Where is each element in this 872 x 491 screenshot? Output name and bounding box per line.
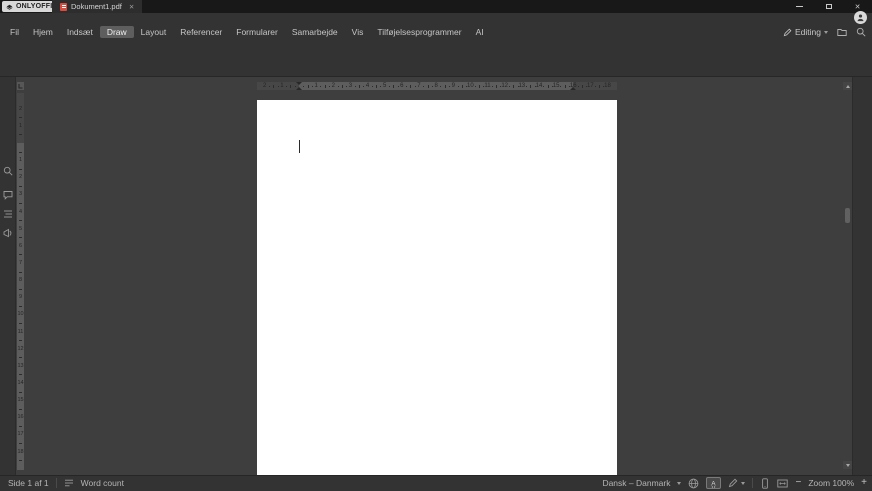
navigation-panel-icon[interactable] [3,209,13,219]
tab-stop-selector[interactable] [17,82,24,90]
language-selector[interactable]: Dansk – Danmark [602,478,670,488]
zoom-in-button[interactable]: + [861,478,867,488]
zoom-level[interactable]: Zoom 100% [808,478,854,488]
text-caret [299,140,300,153]
spell-check-toggle[interactable]: A [706,477,721,489]
minimize-icon [796,6,803,7]
vertical-scrollbar-thumb[interactable] [845,208,850,223]
pdf-file-icon [60,3,67,11]
comments-panel-icon[interactable] [3,190,13,200]
tab-formularer[interactable]: Formularer [229,26,285,38]
tab-stop-icon [17,82,24,90]
titlebar: ONLYOFFICE Dokument1.pdf ✕ ✕ [0,0,872,13]
fit-width-icon[interactable] [777,478,788,489]
fit-page-icon[interactable] [760,478,770,489]
tab-layout[interactable]: Layout [134,26,174,38]
document-page[interactable] [257,100,617,475]
tab-hjem[interactable]: Hjem [26,26,60,38]
window-minimize-button[interactable] [785,0,814,13]
editing-mode-selector[interactable]: Editing [783,27,828,37]
tab-vis[interactable]: Vis [345,26,371,38]
draw-toolbar: Vælg [0,38,872,77]
tab-ai[interactable]: AI [469,26,491,38]
search-panel-icon[interactable] [3,166,13,176]
scroll-down-button[interactable] [843,461,852,469]
chevron-down-icon [677,482,681,485]
status-bar-right: Dansk – Danmark A − Zo [602,475,867,491]
left-indent-marker[interactable] [296,87,302,90]
page-indicator[interactable]: Side 1 af 1 [8,478,49,488]
arrow-down-icon [846,464,850,467]
tab-indsaet[interactable]: Indsæt [60,26,100,38]
zoom-out-button[interactable]: − [795,478,801,488]
word-count-button[interactable]: Word count [81,478,124,488]
first-line-indent-marker[interactable] [296,82,302,85]
onlyoffice-logo-icon [6,3,13,10]
status-divider [56,478,57,488]
vertical-ruler[interactable]: 21123456789101112131415161718 [17,93,24,470]
quick-access-toolbar: ••• Dokument1.pdf [0,13,872,26]
status-divider [752,478,753,488]
document-tab[interactable]: Dokument1.pdf ✕ [52,0,142,13]
tab-referencer[interactable]: Referencer [173,26,229,38]
chevron-down-icon [741,482,745,485]
word-count-icon [64,478,74,488]
menu-right-controls: Editing [783,26,866,38]
user-icon [856,13,865,22]
open-file-location-icon[interactable] [837,27,847,37]
onlyoffice-pdf-editor-window: ONLYOFFICE Dokument1.pdf ✕ ✕ [0,0,872,491]
horizontal-ruler[interactable]: 21123456789101112131415161718 [257,82,617,90]
search-icon[interactable] [856,27,866,37]
svg-text:A: A [711,480,716,487]
right-settings-panel: ¶ A [852,77,872,475]
user-avatar[interactable] [854,11,867,24]
window-maximize-button[interactable] [814,0,843,13]
feedback-support-icon[interactable] [3,228,13,238]
arrow-up-icon [846,85,850,88]
ink-pen-icon [728,478,738,488]
editing-mode-label: Editing [795,27,821,37]
tab-fil[interactable]: Fil [3,26,26,38]
menu-tabs: Fil Hjem Indsæt Draw Layout Referencer F… [3,26,491,38]
tab-tilfoejelsesprogrammer[interactable]: Tilføjelsesprogrammer [370,26,468,38]
tab-draw[interactable]: Draw [100,26,134,38]
pencil-icon [783,28,792,37]
tab-close-icon[interactable]: ✕ [129,3,134,11]
tab-samarbejde[interactable]: Samarbejde [285,26,345,38]
maximize-icon [826,4,832,9]
document-language-icon[interactable] [688,478,699,489]
spell-check-icon: A [709,479,719,488]
document-tab-label: Dokument1.pdf [71,2,122,11]
right-indent-marker[interactable] [570,87,576,90]
scroll-up-button[interactable] [843,82,852,90]
chevron-down-icon [824,31,828,34]
status-bar-left: Side 1 af 1 Word count [8,475,124,491]
ink-tool-selector[interactable] [728,478,745,488]
left-sidebar [0,77,16,475]
